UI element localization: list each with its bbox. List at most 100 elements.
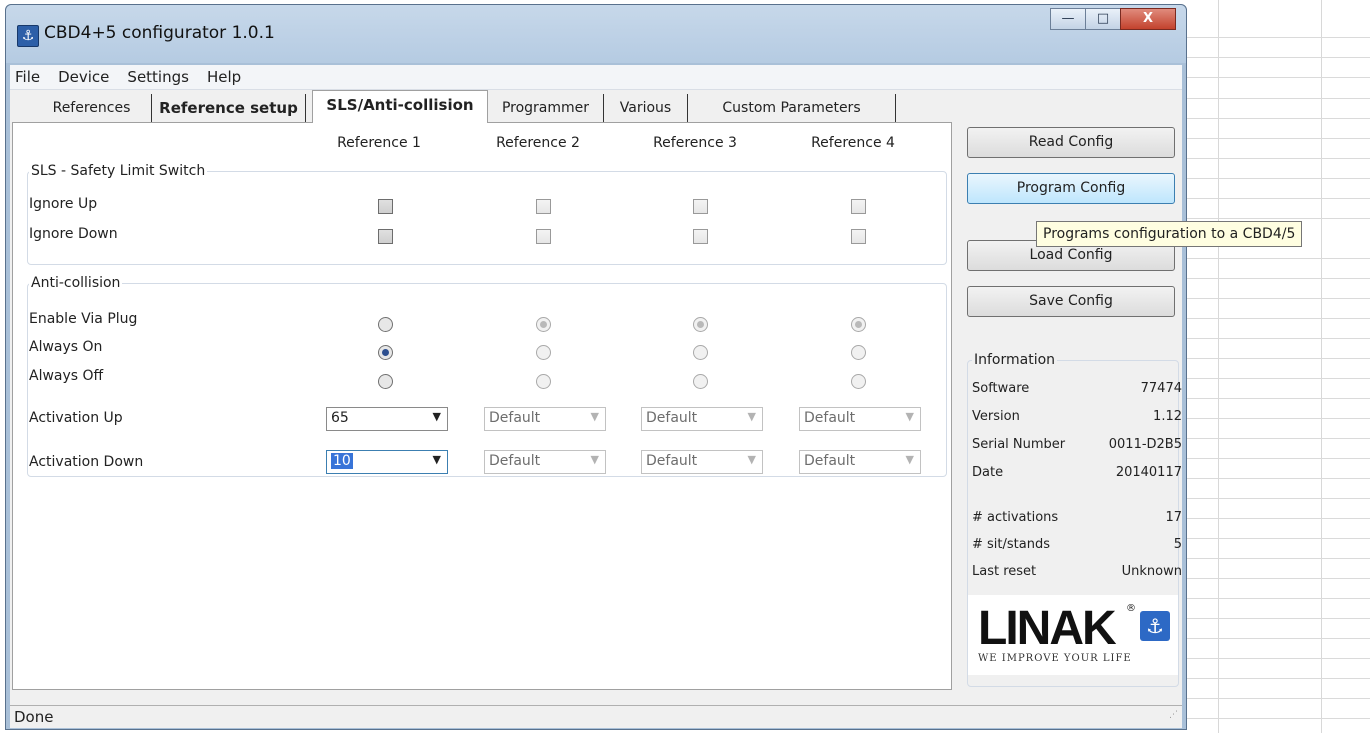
menu-device[interactable]: Device — [49, 65, 118, 89]
read-config-button[interactable]: Read Config — [967, 127, 1175, 158]
chevron-down-icon: ▼ — [747, 410, 756, 423]
ignore-up-checkbox-ref4[interactable] — [851, 199, 866, 214]
activation-down-combo-ref2[interactable]: Default ▼ — [484, 450, 606, 474]
activation-up-label: Activation Up — [29, 410, 123, 426]
activation-down-combo-ref4[interactable]: Default ▼ — [799, 450, 921, 474]
grid-line — [1180, 98, 1370, 99]
chevron-down-icon: ▼ — [432, 410, 441, 423]
grid-line — [1180, 518, 1370, 519]
always-off-radio-ref4[interactable] — [851, 374, 866, 389]
grid-line — [1180, 198, 1370, 199]
combo-value: 10 — [331, 453, 353, 469]
always-off-radio-ref1[interactable] — [378, 374, 393, 389]
menu-help[interactable]: Help — [198, 65, 250, 89]
ignore-up-checkbox-ref3[interactable] — [693, 199, 708, 214]
always-on-radio-ref1[interactable] — [378, 345, 393, 360]
activation-up-combo-ref2[interactable]: Default ▼ — [484, 407, 606, 431]
window-title: CBD4+5 configurator 1.0.1 — [44, 23, 275, 43]
enable-via-plug-radio-ref1[interactable] — [378, 317, 393, 332]
title-bar[interactable]: ⚓ CBD4+5 configurator 1.0.1 — □ X — [6, 5, 1186, 63]
activation-down-combo-ref1[interactable]: 10 ▼ — [326, 450, 448, 474]
info-key: Date — [972, 465, 1004, 480]
always-off-radio-ref3[interactable] — [693, 374, 708, 389]
grid-line — [1180, 718, 1370, 719]
grid-line — [1180, 678, 1370, 679]
save-config-button[interactable]: Save Config — [967, 286, 1175, 317]
combo-value: Default — [804, 453, 856, 469]
maximize-button[interactable]: □ — [1085, 8, 1121, 30]
client-area: References Reference setup SLS/Anti-coll… — [10, 90, 1182, 726]
status-bar: Done ⋰ — [10, 705, 1182, 728]
grid-line — [1180, 398, 1370, 399]
combo-value: Default — [646, 453, 698, 469]
always-on-radio-ref2[interactable] — [536, 345, 551, 360]
activation-up-combo-ref3[interactable]: Default ▼ — [641, 407, 763, 431]
always-on-radio-ref3[interactable] — [693, 345, 708, 360]
tab-references[interactable]: References — [32, 94, 152, 122]
linak-anchor-icon: ⚓ — [1140, 611, 1170, 641]
column-header-reference-4: Reference 4 — [811, 135, 895, 151]
always-on-radio-ref4[interactable] — [851, 345, 866, 360]
info-key: Software — [972, 381, 1030, 396]
info-key: # sit/stands — [972, 537, 1050, 552]
enable-via-plug-radio-ref3[interactable] — [693, 317, 708, 332]
activation-up-combo-ref1[interactable]: 65 ▼ — [326, 407, 448, 431]
close-button[interactable]: X — [1120, 8, 1176, 30]
menu-settings[interactable]: Settings — [118, 65, 198, 89]
logo-tagline: WE IMPROVE YOUR LIFE — [978, 653, 1132, 664]
ignore-down-checkbox-ref4[interactable] — [851, 229, 866, 244]
always-on-label: Always On — [29, 339, 103, 355]
tab-sls-anti-collision[interactable]: SLS/Anti-collision — [312, 90, 488, 123]
chevron-down-icon: ▼ — [905, 410, 914, 423]
grid-line — [1321, 0, 1322, 733]
linak-logo: LINAK ® ⚓ WE IMPROVE YOUR LIFE — [968, 595, 1178, 675]
grid-line — [1180, 378, 1370, 379]
column-header-reference-2: Reference 2 — [496, 135, 580, 151]
grid-line — [1180, 77, 1370, 78]
chevron-down-icon: ▼ — [432, 453, 441, 466]
grid-line — [1180, 138, 1370, 139]
chevron-down-icon: ▼ — [905, 453, 914, 466]
info-value: 5 — [1173, 537, 1182, 552]
info-key: # activations — [972, 510, 1059, 525]
enable-via-plug-label: Enable Via Plug — [29, 311, 138, 327]
grid-line — [1180, 478, 1370, 479]
menu-file[interactable]: File — [10, 65, 49, 89]
sls-anti-collision-page: Reference 1 Reference 2 Reference 3 Refe… — [12, 122, 952, 690]
activation-down-label: Activation Down — [29, 454, 144, 470]
ignore-up-checkbox-ref1[interactable] — [378, 199, 393, 214]
logo-registered-mark: ® — [1126, 603, 1136, 614]
tab-strip: References Reference setup SLS/Anti-coll… — [10, 90, 950, 123]
info-value: 20140117 — [1115, 465, 1182, 480]
combo-value: Default — [489, 410, 541, 426]
logo-wordmark: LINAK — [978, 602, 1117, 655]
program-config-button[interactable]: Program Config — [967, 173, 1175, 204]
grid-line — [1180, 578, 1370, 579]
enable-via-plug-radio-ref4[interactable] — [851, 317, 866, 332]
window-controls: — □ X — [1050, 8, 1176, 32]
ignore-up-checkbox-ref2[interactable] — [536, 199, 551, 214]
grid-line — [1180, 438, 1370, 439]
grid-line — [1180, 57, 1370, 58]
always-off-radio-ref2[interactable] — [536, 374, 551, 389]
grid-line — [1218, 0, 1219, 733]
enable-via-plug-radio-ref2[interactable] — [536, 317, 551, 332]
minimize-button[interactable]: — — [1050, 8, 1086, 30]
grid-line — [1180, 318, 1370, 319]
ignore-down-checkbox-ref3[interactable] — [693, 229, 708, 244]
info-key: Serial Number — [972, 437, 1066, 452]
ignore-down-checkbox-ref1[interactable] — [378, 229, 393, 244]
tab-reference-setup[interactable]: Reference setup — [152, 94, 306, 122]
tab-various[interactable]: Various — [604, 94, 688, 122]
activation-down-combo-ref3[interactable]: Default ▼ — [641, 450, 763, 474]
combo-value: 65 — [331, 410, 349, 426]
status-text: Done — [14, 708, 54, 726]
resize-grip-icon[interactable]: ⋰ — [1165, 704, 1178, 726]
activation-up-combo-ref4[interactable]: Default ▼ — [799, 407, 921, 431]
grid-line — [1180, 358, 1370, 359]
ignore-down-checkbox-ref2[interactable] — [536, 229, 551, 244]
anti-collision-group — [27, 283, 947, 477]
tab-custom-parameters[interactable]: Custom Parameters — [688, 94, 896, 122]
tab-programmer[interactable]: Programmer — [488, 94, 604, 122]
grid-line — [1180, 37, 1370, 38]
